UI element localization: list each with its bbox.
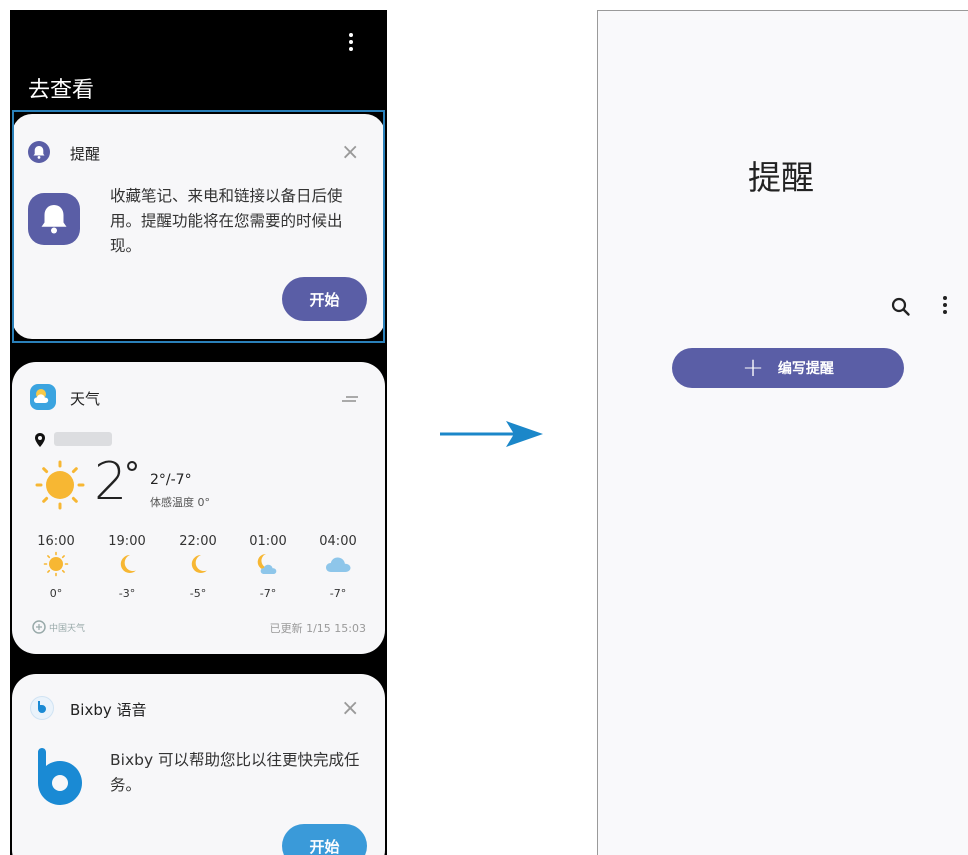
location-pin-icon <box>34 432 46 451</box>
current-temperature: 2 <box>94 452 128 512</box>
bixby-card-description: Bixby 可以帮助您比以往更快完成任务。 <box>110 751 360 794</box>
cloud-icon <box>308 549 368 579</box>
feels-like-temperature: 体感温度 0° <box>150 496 210 509</box>
selection-highlight <box>12 110 385 343</box>
forecast-temp: -7° <box>259 587 277 600</box>
right-phone-screen: 提醒 + 编写提醒 <box>597 10 968 855</box>
last-updated-text: 已更新 1/15 15:03 <box>269 622 366 635</box>
moon-cloud-icon <box>238 549 298 579</box>
forecast-time: 22:00 <box>179 534 217 549</box>
sun-icon <box>26 549 86 579</box>
forecast-column: 04:00 -7° <box>308 534 368 600</box>
forecast-temp: 0° <box>49 587 63 600</box>
weather-provider-name: 中国天气 <box>49 623 86 634</box>
moon-icon <box>97 549 157 579</box>
plus-icon: + <box>742 353 764 383</box>
weather-card[interactable]: 天气 2 ° 2°/-7° 体感温度 0° 16:00 0° 19:00 -3°… <box>12 362 385 654</box>
weather-card-title: 天气 <box>70 390 101 408</box>
forecast-column: 19:00 -3° <box>97 534 157 600</box>
forecast-temp: -7° <box>329 587 347 600</box>
weather-app-icon <box>30 384 56 410</box>
forecast-column: 22:00 -5° <box>168 534 228 600</box>
collapse-handle-icon[interactable] <box>342 396 360 402</box>
bixby-logo-icon <box>30 746 84 812</box>
bixby-close-icon[interactable]: × <box>341 698 359 720</box>
forecast-time: 01:00 <box>249 534 287 549</box>
forecast-column: 16:00 0° <box>26 534 86 600</box>
forecast-temp: -5° <box>189 587 207 600</box>
flow-arrow-icon <box>440 419 544 453</box>
bixby-small-icon <box>30 696 54 720</box>
weather-provider-logo: 中国天气 <box>32 620 85 634</box>
forecast-temp: -3° <box>118 587 136 600</box>
bixby-card[interactable]: Bixby 语音 × Bixby 可以帮助您比以往更快完成任务。 开始 <box>12 674 385 855</box>
bixby-start-button[interactable]: 开始 <box>282 824 367 855</box>
forecast-time: 04:00 <box>319 534 357 549</box>
page-title: 去查看 <box>28 78 95 103</box>
compose-reminder-button[interactable]: + 编写提醒 <box>672 348 904 388</box>
degree-symbol: ° <box>124 455 140 493</box>
forecast-time: 19:00 <box>108 534 146 549</box>
more-options-icon[interactable] <box>935 291 955 319</box>
bixby-card-title: Bixby 语音 <box>70 701 147 719</box>
forecast-column: 01:00 -7° <box>238 534 298 600</box>
moon-icon <box>168 549 228 579</box>
search-icon[interactable] <box>890 296 912 322</box>
forecast-time: 16:00 <box>37 534 75 549</box>
reminder-app-title: 提醒 <box>748 158 814 197</box>
location-name-blurred <box>54 432 112 446</box>
compose-reminder-label: 编写提醒 <box>777 361 834 377</box>
high-low-temperature: 2°/-7° <box>150 472 192 488</box>
sun-icon <box>34 459 86 515</box>
more-options-icon[interactable] <box>341 28 361 56</box>
left-phone-screen: 去查看 提醒 × 收藏笔记、来电和链接以备日后使用。提醒功能将在您需要的时候出现… <box>10 10 387 855</box>
